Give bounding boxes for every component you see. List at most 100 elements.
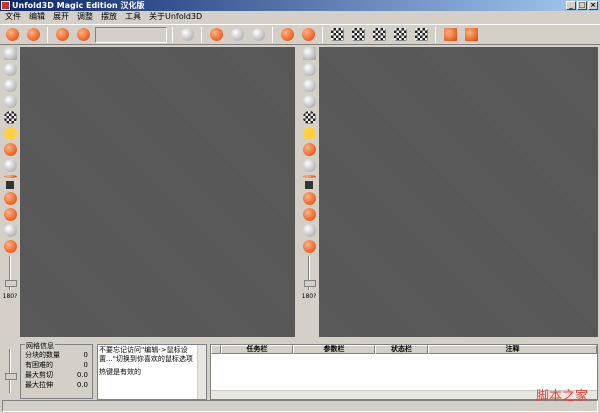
stitch-icon[interactable] <box>3 224 17 237</box>
arrow-out-icon <box>26 28 40 41</box>
minimize-button[interactable]: _ <box>566 1 576 10</box>
info-value: 0.0 <box>76 381 88 389</box>
sphere-icon[interactable] <box>3 63 17 76</box>
reset-icon <box>209 28 223 41</box>
angle-label: 180? <box>301 293 317 300</box>
menu-tools[interactable]: 工具 <box>125 11 141 23</box>
undo-icon <box>55 28 69 41</box>
checker-medium-button[interactable] <box>391 26 409 44</box>
vertical-scrollbar[interactable] <box>197 345 206 399</box>
left-side-toolbar: 180? <box>1 47 19 300</box>
checker-coarse-icon <box>414 28 428 41</box>
arrow-right-icon[interactable] <box>3 47 17 60</box>
title-bar: Unfold3D Magic Edition 汉化版 _ □ × <box>0 0 600 11</box>
menu-adjust[interactable]: 调整 <box>77 11 93 23</box>
angle-label: 180? <box>2 293 18 300</box>
help-button[interactable] <box>249 26 267 44</box>
seam-icon[interactable] <box>302 208 316 221</box>
maximize-button[interactable]: □ <box>577 1 587 10</box>
column-header-task[interactable]: 任务栏 <box>221 345 293 354</box>
separator <box>272 26 273 43</box>
shaded-sphere-icon[interactable] <box>3 95 17 108</box>
play-icon[interactable] <box>305 181 313 189</box>
menu-layout[interactable]: 摆放 <box>101 11 117 23</box>
toolbar-field[interactable] <box>95 26 167 43</box>
play-icon[interactable] <box>6 181 14 189</box>
message-line: 热键是有效的 <box>99 368 141 376</box>
mesh-info-title: 网格信息 <box>25 341 55 351</box>
pack-button[interactable] <box>441 26 459 44</box>
info-label: 有困难的 <box>25 361 53 369</box>
delete-icon[interactable] <box>3 192 17 205</box>
mesh-info-group: 网格信息 分块的数量 0 有困难的 0 最大剪切 0.0 最大拉伸 0.0 <box>20 341 93 399</box>
3d-viewport[interactable] <box>20 47 295 337</box>
arrow-right-icon[interactable] <box>302 47 316 60</box>
checker-help-button[interactable] <box>349 26 367 44</box>
stitch-icon[interactable] <box>302 224 316 237</box>
arrow-in-icon <box>5 28 19 41</box>
column-header-params[interactable]: 参数栏 <box>293 345 375 354</box>
redo-icon <box>76 28 90 41</box>
sphere-icon[interactable] <box>302 63 316 76</box>
reset-button[interactable] <box>207 26 225 44</box>
stop-icon <box>301 28 315 41</box>
checker-coarse-button[interactable] <box>412 26 430 44</box>
question-icon <box>251 28 265 41</box>
status-bar <box>2 400 598 412</box>
stop-button[interactable] <box>299 26 317 44</box>
info-label: 最大拉伸 <box>25 381 53 389</box>
spheres-button[interactable] <box>228 26 246 44</box>
bottom-slider[interactable] <box>5 349 17 393</box>
row-header <box>211 345 221 354</box>
menu-file[interactable]: 文件 <box>5 11 21 23</box>
shaded-sphere-icon[interactable] <box>302 95 316 108</box>
camera-icon <box>180 28 194 41</box>
wire-sphere-icon[interactable] <box>302 79 316 92</box>
pack-icon <box>443 28 457 41</box>
cut-button[interactable] <box>278 26 296 44</box>
camera-icon[interactable] <box>302 159 316 172</box>
column-header-notes[interactable]: 注释 <box>428 345 597 354</box>
checker-edit-button[interactable] <box>328 26 346 44</box>
checker-question-icon <box>351 28 365 41</box>
checker-fine-button[interactable] <box>370 26 388 44</box>
angle-slider[interactable] <box>5 256 17 290</box>
app-icon <box>1 1 10 10</box>
window-title: Unfold3D Magic Edition 汉化版 <box>12 1 145 10</box>
seam-icon[interactable] <box>3 208 17 221</box>
cut-edge-icon[interactable] <box>302 240 316 253</box>
pack-help-button[interactable] <box>462 26 480 44</box>
undo-button[interactable] <box>53 26 71 44</box>
menu-edit[interactable]: 编辑 <box>29 11 45 23</box>
close-button[interactable]: × <box>588 1 598 10</box>
delete-icon[interactable] <box>302 192 316 205</box>
uv-viewport[interactable] <box>319 47 598 337</box>
separator <box>172 26 173 43</box>
export-button[interactable] <box>24 26 42 44</box>
info-label: 最大剪切 <box>25 371 53 379</box>
import-button[interactable] <box>3 26 21 44</box>
camera-button[interactable] <box>178 26 196 44</box>
redo-button[interactable] <box>74 26 92 44</box>
cut-edge-icon[interactable] <box>3 240 17 253</box>
spheres-icon <box>230 28 244 41</box>
light-bulb-icon[interactable] <box>302 127 316 140</box>
move-icon[interactable] <box>302 143 316 156</box>
message-box[interactable]: 不要忘记访问"编辑->鼠标设置..."切换到你喜欢的鼠标选项 热键是有效的 <box>97 344 207 400</box>
checker-sphere-icon[interactable] <box>3 111 17 124</box>
angle-slider[interactable] <box>304 256 316 290</box>
wire-sphere-icon[interactable] <box>3 79 17 92</box>
info-value: 0 <box>83 361 88 369</box>
move-icon[interactable] <box>3 143 17 156</box>
menu-unfold[interactable]: 展开 <box>53 11 69 23</box>
separator <box>322 26 323 43</box>
line-icon[interactable] <box>302 175 316 178</box>
line-icon[interactable] <box>3 175 17 178</box>
column-header-status[interactable]: 状态栏 <box>375 345 428 354</box>
camera-icon[interactable] <box>3 159 17 172</box>
light-bulb-icon[interactable] <box>3 127 17 140</box>
toolbar <box>0 24 600 45</box>
watermark: 脚本之家 <box>535 389 588 404</box>
menu-about[interactable]: 关于Unfold3D <box>149 11 202 23</box>
checker-sphere-icon[interactable] <box>302 111 316 124</box>
